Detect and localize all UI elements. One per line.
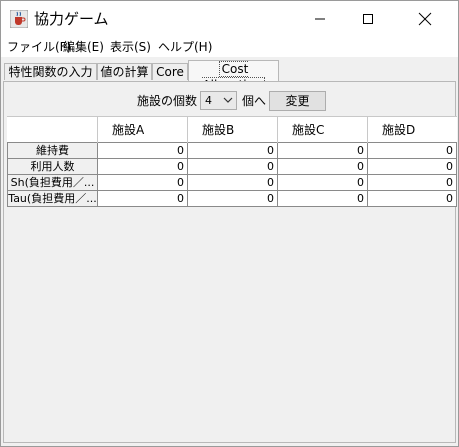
menu-help[interactable]: ヘルプ(H) <box>158 40 212 54</box>
chevron-down-icon <box>223 97 233 103</box>
facility-count-value: 4 <box>205 94 212 107</box>
row-header: 維持費 <box>7 143 98 159</box>
minimize-icon <box>315 18 325 20</box>
tab-value-calculation[interactable]: 値の計算 <box>97 63 152 80</box>
menu-bar: ファイル(F) 編集(E) 表示(S) ヘルプ(H) <box>1 37 458 57</box>
column-header[interactable]: 施設B <box>188 117 278 143</box>
menu-view[interactable]: 表示(S) <box>110 40 151 54</box>
tab-strip: 特性関数の入力 値の計算 Core Cost Allocation <box>1 59 458 93</box>
table-cell[interactable]: 0 <box>368 159 457 175</box>
table-cell[interactable]: 0 <box>98 175 188 191</box>
close-button[interactable] <box>402 1 448 37</box>
row-header: Tau(負担費用／... <box>7 191 98 207</box>
maximize-icon <box>363 14 373 24</box>
facility-count-select[interactable]: 4 <box>200 91 237 110</box>
unit-label: 個へ <box>242 94 267 108</box>
table-cell[interactable]: 0 <box>188 159 278 175</box>
tab-characteristic-function[interactable]: 特性関数の入力 <box>4 63 97 80</box>
table-cell[interactable]: 0 <box>98 143 188 159</box>
table-cell[interactable]: 0 <box>98 159 188 175</box>
column-header[interactable]: 施設A <box>98 117 188 143</box>
close-icon <box>418 12 432 26</box>
table-cell[interactable]: 0 <box>278 143 368 159</box>
table-cell[interactable]: 0 <box>188 191 278 207</box>
column-header[interactable]: 施設C <box>278 117 368 143</box>
header-corner <box>7 117 98 143</box>
app-window: 協力ゲーム ファイル(F) 編集(E) 表示(S) ヘルプ(H) 特性関数の入力… <box>0 0 459 447</box>
java-coffee-icon <box>10 10 28 28</box>
facility-count-label: 施設の個数 <box>137 94 198 108</box>
table-cell[interactable]: 0 <box>278 191 368 207</box>
table-cell[interactable]: 0 <box>98 191 188 207</box>
menu-edit[interactable]: 編集(E) <box>63 40 104 54</box>
table-cell[interactable]: 0 <box>368 191 457 207</box>
table-cell[interactable]: 0 <box>278 175 368 191</box>
table-cell[interactable]: 0 <box>368 143 457 159</box>
tab-cost-allocation[interactable]: Cost Allocation <box>188 60 279 93</box>
cost-allocation-panel: 施設の個数 4 個へ 変更 施設A 施設B 施設C 施設D 維持費 0 0 0 … <box>3 81 457 443</box>
table-cell[interactable]: 0 <box>188 175 278 191</box>
table-cell[interactable]: 0 <box>368 175 457 191</box>
table-row: 利用人数 0 0 0 0 <box>7 159 457 175</box>
table-row: 維持費 0 0 0 0 <box>7 143 457 159</box>
change-button[interactable]: 変更 <box>269 91 326 111</box>
title-bar: 協力ゲーム <box>1 1 458 37</box>
table-header: 施設A 施設B 施設C 施設D <box>7 116 457 143</box>
menu-file[interactable]: ファイル(F) <box>7 40 71 54</box>
table-cell[interactable]: 0 <box>188 143 278 159</box>
table-cell[interactable]: 0 <box>278 159 368 175</box>
tab-core[interactable]: Core <box>152 63 188 80</box>
minimize-button[interactable] <box>297 1 343 37</box>
row-header: Sh(負担費用／... <box>7 175 98 191</box>
row-header: 利用人数 <box>7 159 98 175</box>
table-row: Sh(負担費用／... 0 0 0 0 <box>7 175 457 191</box>
table-row: Tau(負担費用／... 0 0 0 0 <box>7 191 457 207</box>
column-header[interactable]: 施設D <box>368 117 457 143</box>
maximize-button[interactable] <box>345 1 391 37</box>
window-title: 協力ゲーム <box>34 10 109 28</box>
